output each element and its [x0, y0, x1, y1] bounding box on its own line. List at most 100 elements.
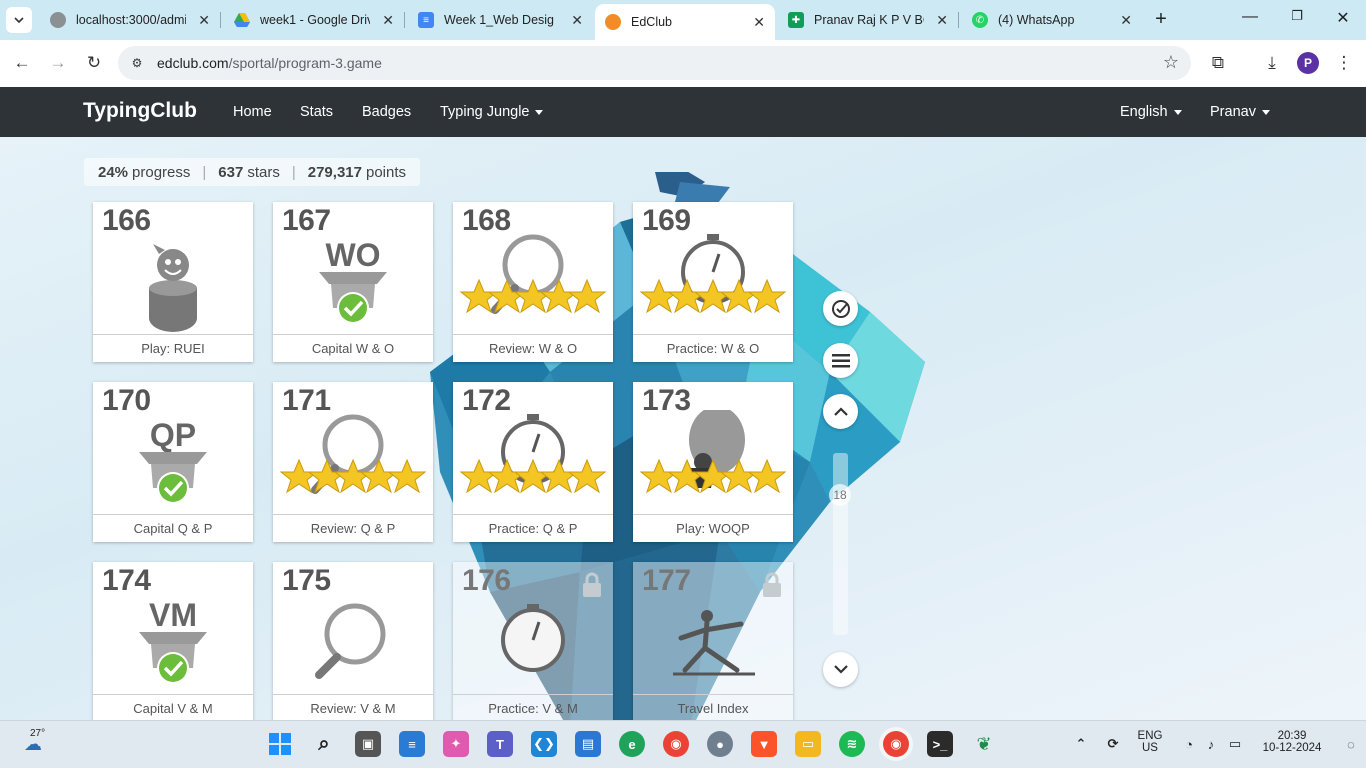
tab-label: week1 - Google Drive [260, 13, 370, 27]
address-bar[interactable]: ⚙ edclub.com/sportal/program-3.game ☆ [118, 46, 1191, 80]
app-icon[interactable]: ● [707, 731, 733, 757]
lesson-card-169[interactable]: 169 Practice: W & O [633, 202, 793, 362]
lesson-card-168[interactable]: 168 Review: W & O [453, 202, 613, 362]
notification-icon[interactable]: ◌ [1338, 731, 1364, 757]
copilot-icon[interactable]: ✦ [443, 731, 469, 757]
brave-icon[interactable]: ▼ [751, 731, 777, 757]
user-dropdown[interactable]: Pranav [1210, 104, 1270, 120]
lesson-card-172[interactable]: 172 Practice: Q & P [453, 382, 613, 542]
browser-tab-0[interactable]: localhost:3000/admin ✕ [40, 4, 220, 36]
menu-button[interactable] [823, 343, 858, 378]
new-tab-button[interactable]: + [1150, 8, 1172, 30]
battery-icon[interactable]: ▭ [1222, 731, 1248, 757]
browser-tab-5[interactable]: ✆ (4) WhatsApp ✕ [962, 4, 1142, 36]
lesson-card-176[interactable]: 176 Practice: V & M [453, 562, 613, 720]
site-settings-icon[interactable]: ⚙ [128, 54, 146, 72]
lesson-title: Practice: V & M [453, 694, 613, 720]
menu-dots-icon[interactable]: ⋮ [1333, 52, 1355, 74]
windows-taskbar: ☁ 27° ⌕ ▣ ≡ ✦ T ❮❯ ▤ e ◉ ● ▼ ▭ ≋ ◉ >_ ❦ … [0, 720, 1366, 768]
restore-icon[interactable]: ❐ [1285, 8, 1309, 24]
nav-typing-jungle[interactable]: Typing Jungle [440, 104, 544, 120]
bookmark-star-icon[interactable]: ☆ [1163, 52, 1179, 73]
teams-icon[interactable]: T [487, 731, 513, 757]
edclub-icon [605, 14, 621, 30]
windows-start-icon[interactable] [267, 731, 293, 757]
tab-search-button[interactable] [6, 7, 32, 33]
minimize-icon[interactable]: — [1238, 8, 1262, 26]
terminal-icon[interactable]: >_ [927, 731, 953, 757]
download-icon[interactable]: ⤓ [1261, 52, 1283, 74]
close-icon[interactable]: ✕ [198, 12, 210, 29]
star-rating-5 [639, 278, 787, 314]
scroll-down-button[interactable] [823, 652, 858, 687]
browser-tab-3[interactable]: EdClub ✕ [595, 4, 775, 40]
lesson-card-177[interactable]: 177 Travel Index [633, 562, 793, 720]
vscode-icon[interactable]: ❮❯ [531, 731, 557, 757]
forward-arrow-icon[interactable]: → [47, 52, 69, 74]
browser-tab-4[interactable]: ✚ Pranav Raj K P V BCE ✕ [778, 4, 958, 36]
browser-tab-1[interactable]: week1 - Google Drive ✕ [224, 4, 404, 36]
box-check-icon: QP [139, 417, 207, 504]
clock[interactable]: 20:39 10-12-2024 [1256, 730, 1328, 754]
browser-toolbar: ← → ↻ ⚙ edclub.com/sportal/program-3.gam… [0, 40, 1366, 87]
edge-icon[interactable]: e [619, 731, 645, 757]
lesson-card-173[interactable]: 173 Play: WOQP [633, 382, 793, 542]
spotify-icon[interactable]: ≋ [839, 731, 865, 757]
brand-logo[interactable]: TypingClub [83, 99, 197, 123]
star-rating-5 [639, 458, 787, 494]
volume-icon[interactable]: ♪ [1198, 731, 1224, 757]
profile-avatar[interactable]: P [1297, 52, 1319, 74]
chrome-profile-icon[interactable]: ◉ [883, 731, 909, 757]
whatsapp-icon: ✆ [972, 12, 988, 28]
nav-stats[interactable]: Stats [300, 104, 333, 120]
lesson-card-166[interactable]: 166 Play: RUEI [93, 202, 253, 362]
stopwatch-icon [501, 604, 565, 672]
nav-home[interactable]: Home [233, 104, 272, 120]
notepad-icon[interactable]: ≡ [399, 731, 425, 757]
extensions-icon[interactable]: ⧉ [1207, 52, 1229, 74]
weather-temp: 27° [30, 728, 46, 739]
magnifier-icon [279, 414, 427, 494]
check-circle-button[interactable] [823, 291, 858, 326]
lesson-card-171[interactable]: 171 Review: Q & P [273, 382, 433, 542]
close-icon[interactable]: ✕ [382, 12, 394, 29]
close-icon[interactable]: ✕ [753, 14, 765, 31]
lesson-title: Capital W & O [273, 334, 433, 362]
lesson-letters: QP [150, 417, 196, 453]
chrome-icon[interactable]: ◉ [663, 731, 689, 757]
search-icon[interactable]: ⌕ [311, 731, 337, 757]
close-icon[interactable]: ✕ [1120, 12, 1132, 29]
close-icon[interactable]: ✕ [571, 12, 583, 29]
chevron-up-icon[interactable]: ⌃ [1068, 731, 1094, 757]
caret-down-icon [1173, 109, 1182, 115]
lesson-title: Play: WOQP [633, 514, 793, 542]
sync-icon[interactable]: ⟳ [1100, 731, 1126, 757]
url-text[interactable]: edclub.com/sportal/program-3.game [157, 55, 382, 71]
task-view-icon[interactable]: ▣ [355, 731, 381, 757]
language-dropdown[interactable]: English [1120, 104, 1182, 120]
progress-summary: 24% progress | 637 stars | 279,317 points [84, 158, 421, 186]
store-icon[interactable]: ▤ [575, 731, 601, 757]
lesson-title: Practice: W & O [633, 334, 793, 362]
magnifier-icon [315, 603, 386, 679]
level-scroll-thumb[interactable]: 18 [829, 484, 851, 506]
lesson-map: 24% progress | 637 stars | 279,317 points 1… [0, 137, 1366, 720]
window-close-icon[interactable]: ✕ [1331, 8, 1355, 28]
tab-label: Pranav Raj K P V BCE [814, 13, 924, 27]
lesson-title: Practice: Q & P [453, 514, 613, 542]
scroll-up-button[interactable] [823, 394, 858, 429]
nav-badges[interactable]: Badges [362, 104, 411, 120]
mongodb-icon[interactable]: ❦ [971, 731, 997, 757]
back-arrow-icon[interactable]: ← [11, 52, 33, 74]
file-explorer-icon[interactable]: ▭ [795, 731, 821, 757]
progress-percent: 24% [98, 163, 129, 181]
level-scroll-track[interactable] [833, 453, 848, 635]
reload-icon[interactable]: ↻ [83, 52, 105, 74]
language-indicator[interactable]: ENG US [1134, 730, 1166, 754]
lesson-card-175[interactable]: 175 Review: V & M [273, 562, 433, 720]
close-icon[interactable]: ✕ [936, 12, 948, 29]
lesson-card-174[interactable]: 174 VM Capital V & M [93, 562, 253, 720]
browser-tab-2[interactable]: ≡ Week 1_Web Designin ✕ [408, 4, 593, 36]
lesson-card-170[interactable]: 170 QP Capital Q & P [93, 382, 253, 542]
lesson-card-167[interactable]: 167 WO Capital W & O [273, 202, 433, 362]
